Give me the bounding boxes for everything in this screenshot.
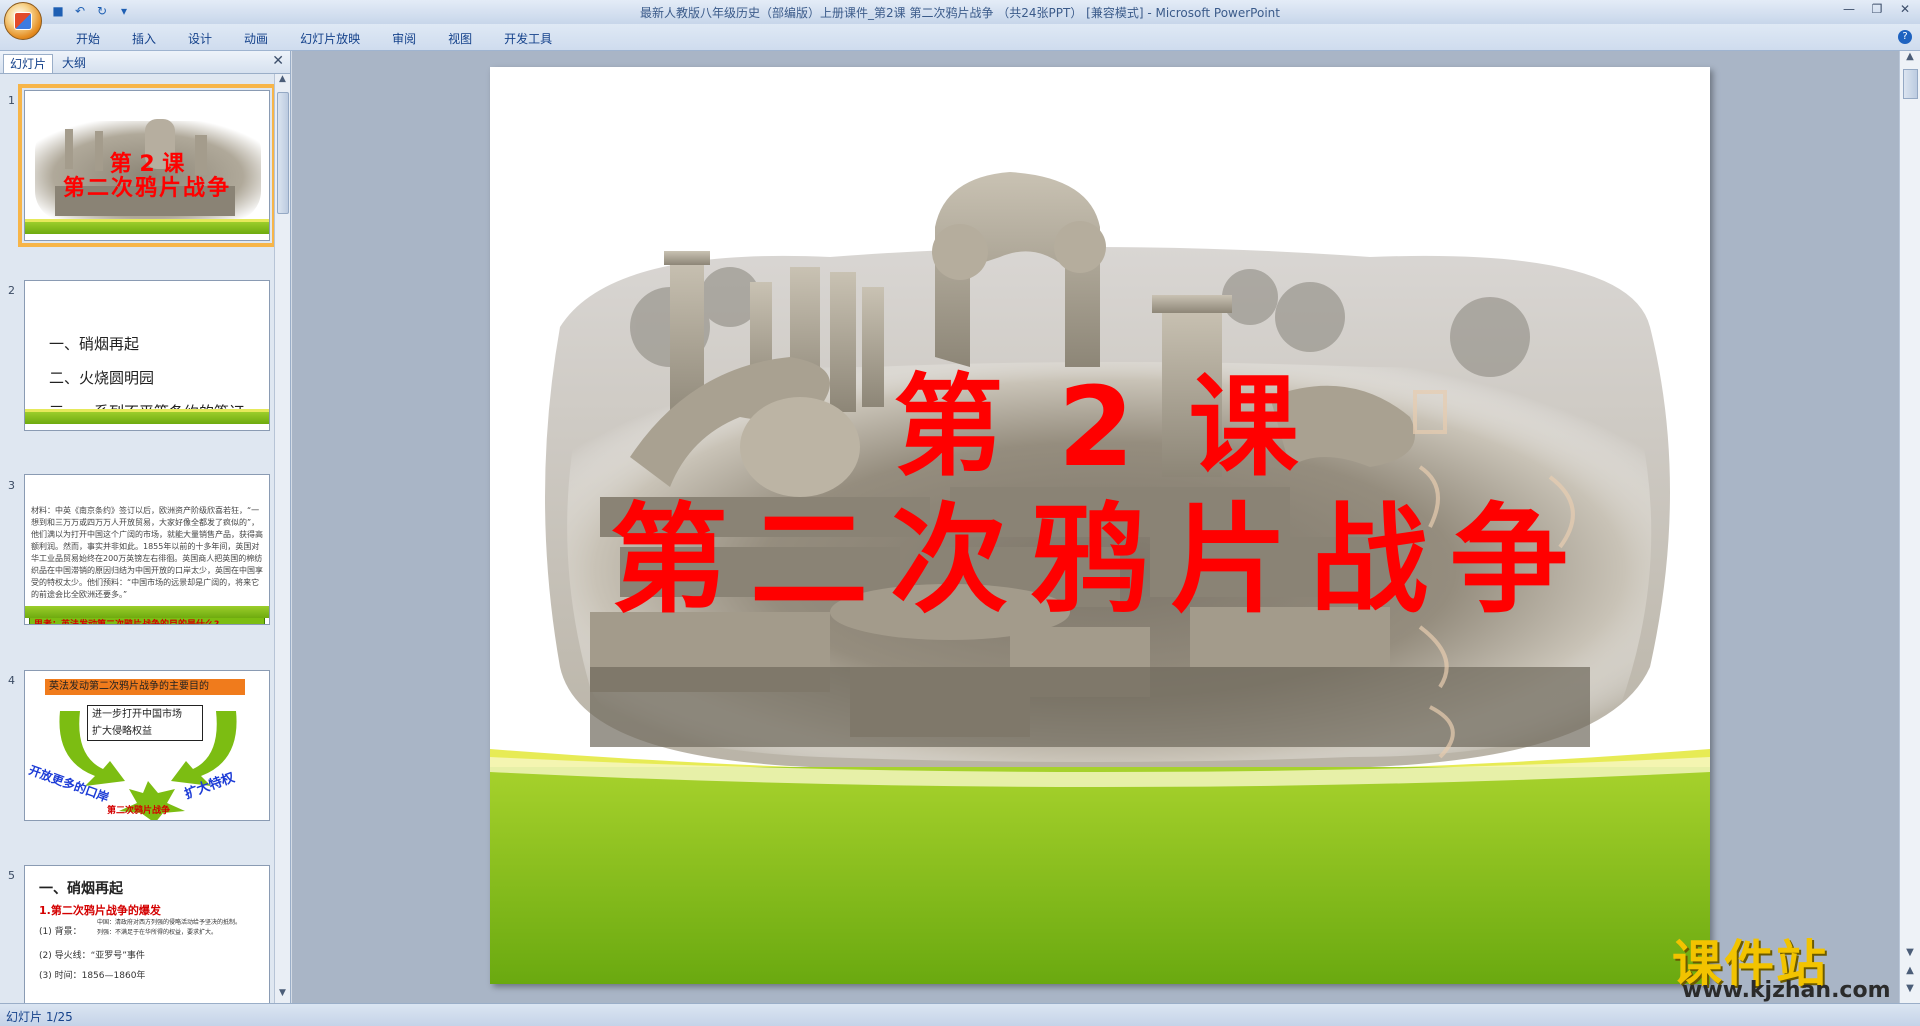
thumb-title-line2: 第二次鸦片战争 [62, 176, 231, 201]
thumb-detail-line: 中国：清政府对西方列强的侵略活动给予坚决的抵制。 [97, 919, 242, 926]
tab-review[interactable]: 审阅 [376, 30, 432, 47]
scroll-thumb[interactable] [277, 92, 289, 214]
slide-thumbnail-4[interactable]: 英法发动第二次鸦片战争的主要目的 进一步打开中国市场 扩大侵略权益 开放更多的口… [24, 670, 270, 821]
slide-number: 4 [8, 674, 15, 687]
slide-number: 1 [8, 94, 15, 107]
scroll-up-icon[interactable]: ▲ [275, 74, 290, 89]
status-bar: 幻灯片 1/25 [0, 1003, 1920, 1026]
slide-counter: 幻灯片 1/25 [6, 1010, 73, 1024]
scroll-down-icon[interactable]: ▼ [275, 988, 290, 1003]
slides-pane: 幻灯片 大纲 ✕ 1 第 2 课 第二次鸦片战争 2 一、硝烟再起 二、火烧圆明… [0, 51, 291, 1003]
thumb-header: 英法发动第二次鸦片战争的主要目的 [45, 679, 245, 695]
thumb-item: 二、火烧圆明园 [49, 369, 155, 387]
slide-number: 3 [8, 479, 15, 492]
watermark-logo: 课件站 www.kjzhan.com [1668, 924, 1908, 1004]
slide-thumbnail-5[interactable]: 一、硝烟再起 1.第二次鸦片战争的爆发 (1) 背景： 中国：清政府对西方列强的… [24, 865, 270, 1003]
thumb-item: 一、硝烟再起 [49, 335, 140, 353]
scroll-thumb[interactable] [1903, 69, 1918, 99]
thumb-line: (2) 导火线：“亚罗号”事件 [39, 951, 145, 961]
title-bar: ■ ↶ ↻ ▾ 最新人教版八年级历史（部编版）上册课件_第2课 第二次鸦片战争 … [0, 0, 1920, 40]
window-title: 最新人教版八年级历史（部编版）上册课件_第2课 第二次鸦片战争 （共24张PPT… [640, 6, 1280, 20]
thumb-title-line1: 第 2 课 [109, 152, 185, 177]
decor-band [25, 606, 269, 618]
tab-animations[interactable]: 动画 [228, 30, 284, 47]
slide-number: 5 [8, 869, 15, 882]
slide-title-line1: 第 2 课 [893, 363, 1307, 491]
thumb-detail: 中国：清政府对西方列强的侵略活动给予坚决的抵制。 列强：不满足于在华所得的权益，… [97, 918, 267, 938]
scroll-up-icon[interactable]: ▲ [1902, 51, 1918, 67]
restore-icon[interactable]: ❐ [1868, 2, 1886, 18]
office-logo-icon [14, 12, 32, 30]
tab-slides[interactable]: 幻灯片 [3, 54, 54, 73]
ribbon: 开始 插入 设计 动画 幻灯片放映 审阅 视图 开发工具 ? [0, 24, 1920, 51]
close-pane-icon[interactable]: ✕ [272, 53, 284, 69]
thumb-box: 进一步打开中国市场 扩大侵略权益 [87, 705, 203, 741]
thumb-subheading: 1.第二次鸦片战争的爆发 [39, 904, 161, 917]
slide-thumbnail-3[interactable]: 材料：中英《南京条约》签订以后，欧洲资产阶级欣喜若狂，“一想到和三万万或四万万人… [24, 474, 270, 625]
thumbnails-scrollbar[interactable]: ▲ ▼ [274, 74, 290, 1003]
thumb-question: 思考：英法发动第二次鸦片战争的目的是什么? [29, 617, 265, 624]
tab-insert[interactable]: 插入 [116, 30, 172, 47]
thumb-paragraph: 材料：中英《南京条约》签订以后，欧洲资产阶级欣喜若狂，“一想到和三万万或四万万人… [31, 506, 263, 599]
minimize-icon[interactable]: — [1840, 2, 1858, 18]
tab-slideshow[interactable]: 幻灯片放映 [284, 30, 376, 47]
thumb-heading: 一、硝烟再起 [39, 881, 123, 897]
slide-thumbnail-1[interactable]: 第 2 课 第二次鸦片战争 [18, 84, 274, 247]
window-controls: — ❐ ✕ [1840, 2, 1914, 18]
thumb-line: (1) 背景： [39, 927, 82, 937]
slide-thumbnails: 1 第 2 课 第二次鸦片战争 2 一、硝烟再起 二、火烧圆明园 3 材料：中英… [0, 74, 274, 1003]
decor-band [25, 412, 269, 424]
slide-title-line2: 第二次鸦片战争 [609, 491, 1590, 629]
close-icon[interactable]: ✕ [1896, 2, 1914, 18]
office-button[interactable] [4, 2, 42, 40]
tab-home[interactable]: 开始 [60, 30, 116, 47]
pane-tabs: 幻灯片 大纲 ✕ [0, 51, 290, 74]
current-slide[interactable]: 第 2 课 第二次鸦片战争 [490, 67, 1710, 984]
thumb-box-line: 进一步打开中国市场 [92, 709, 182, 720]
ribbon-tabs: 开始 插入 设计 动画 幻灯片放映 审阅 视图 开发工具 [60, 30, 568, 47]
help-icon[interactable]: ? [1898, 30, 1912, 44]
slide-number: 2 [8, 284, 15, 297]
thumb-detail-line: 列强：不满足于在华所得的权益，要求扩大。 [97, 929, 218, 936]
decor-band [25, 222, 269, 234]
slide-thumbnail-2[interactable]: 一、硝烟再起 二、火烧圆明园 三、一系列不平等条约的签订 [24, 280, 270, 431]
tab-view[interactable]: 视图 [432, 30, 488, 47]
tab-developer[interactable]: 开发工具 [488, 30, 568, 47]
canvas-scrollbar[interactable]: ▲ ▼ ▲ ▼ [1899, 51, 1920, 1003]
watermark-url: www.kjzhan.com [1682, 978, 1891, 1003]
thumb-star-label: 第二次鸦片战争 [107, 806, 171, 816]
thumb-line: (3) 时间：1856—1860年 [39, 971, 146, 981]
tab-design[interactable]: 设计 [172, 30, 228, 47]
tab-outline[interactable]: 大纲 [56, 54, 92, 72]
thumb-box-line: 扩大侵略权益 [92, 726, 152, 737]
slide-editing-area: 第 2 课 第二次鸦片战争 [292, 51, 1900, 1003]
